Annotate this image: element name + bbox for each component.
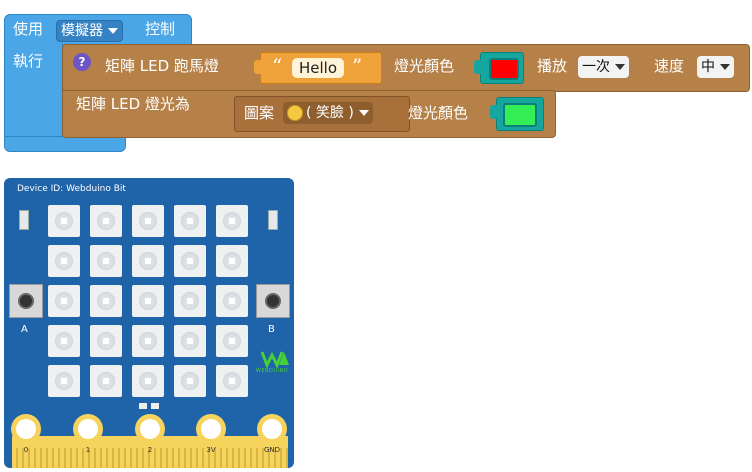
- pin-2-label: 2: [147, 446, 153, 454]
- matrix-color-connector: [490, 105, 498, 119]
- led-cell[interactable]: [132, 205, 164, 237]
- led-matrix: [48, 205, 252, 409]
- led-cell[interactable]: [90, 245, 122, 277]
- control-use-label: 使用: [13, 20, 44, 38]
- led-cell[interactable]: [132, 245, 164, 277]
- led-cell[interactable]: [90, 365, 122, 397]
- indicator-led-left: [19, 210, 29, 230]
- speed-label: 速度: [654, 57, 685, 75]
- quote-close-icon: ”: [352, 54, 363, 78]
- button-a-label: A: [21, 324, 28, 335]
- chevron-down-icon: [108, 28, 118, 34]
- led-cell[interactable]: [90, 325, 122, 357]
- led-cell[interactable]: [48, 205, 80, 237]
- pin-1-hole: [78, 419, 98, 439]
- text-input[interactable]: Hello: [292, 58, 344, 78]
- play-dropdown[interactable]: 一次: [578, 56, 629, 78]
- led-cell[interactable]: [132, 325, 164, 357]
- indicator-led-right: [268, 210, 278, 230]
- led-cell[interactable]: [48, 365, 80, 397]
- pattern-dropdown[interactable]: ( 笑臉 ): [283, 102, 373, 124]
- help-icon[interactable]: ?: [73, 53, 91, 71]
- led-cell[interactable]: [174, 325, 206, 357]
- play-dropdown-value: 一次: [582, 59, 610, 75]
- smiley-icon: [287, 105, 303, 121]
- button-b-knob: [265, 293, 281, 309]
- marquee-color-swatch[interactable]: [489, 58, 519, 80]
- mode-dropdown-value: 模擬器: [61, 23, 103, 39]
- marquee-color-label: 燈光顏色: [394, 57, 455, 75]
- chevron-down-icon: [615, 64, 625, 70]
- pin-0-label: 0: [23, 446, 29, 454]
- control-label: 控制: [145, 20, 176, 38]
- marquee-color-connector: [474, 60, 482, 74]
- led-cell[interactable]: [216, 365, 248, 397]
- pin-1-label: 1: [85, 446, 91, 454]
- marquee-label: 矩陣 LED 跑馬燈: [105, 57, 219, 75]
- led-cell[interactable]: [90, 205, 122, 237]
- matrix-light-label: 矩陣 LED 燈光為: [76, 95, 190, 113]
- led-cell[interactable]: [48, 285, 80, 317]
- pin-3v-hole: [201, 419, 221, 439]
- mode-dropdown[interactable]: 模擬器: [56, 20, 123, 42]
- button-a-knob: [18, 293, 34, 309]
- pin-0-hole: [16, 419, 36, 439]
- brand-text: WEBDUINO: [256, 368, 289, 374]
- device-id: Device ID: Webduino Bit: [17, 184, 126, 194]
- led-cell[interactable]: [90, 285, 122, 317]
- device-id-label: Device ID:: [17, 184, 64, 194]
- led-cell[interactable]: [216, 325, 248, 357]
- speed-dropdown-value: 中: [701, 59, 715, 75]
- led-cell[interactable]: [48, 325, 80, 357]
- execute-label: 執行: [13, 52, 44, 70]
- connector-left: [139, 403, 147, 409]
- led-cell[interactable]: [132, 365, 164, 397]
- play-label: 播放: [537, 57, 568, 75]
- led-cell[interactable]: [216, 285, 248, 317]
- button-b[interactable]: [256, 284, 290, 318]
- chevron-down-icon: [358, 110, 369, 116]
- control-block-foot: [4, 136, 126, 152]
- matrix-color-swatch[interactable]: [503, 103, 537, 127]
- quote-open-icon: “: [272, 54, 283, 78]
- led-cell[interactable]: [174, 245, 206, 277]
- led-cell[interactable]: [174, 365, 206, 397]
- pattern-dropdown-value: ( 笑臉 ): [306, 105, 354, 121]
- led-cell[interactable]: [174, 205, 206, 237]
- led-cell[interactable]: [48, 245, 80, 277]
- speed-dropdown[interactable]: 中: [697, 56, 734, 78]
- led-cell[interactable]: [216, 245, 248, 277]
- led-cell[interactable]: [174, 285, 206, 317]
- matrix-color-label: 燈光顏色: [408, 104, 469, 122]
- pin-3v-label: 3V: [206, 446, 216, 454]
- pin-gnd-label: GND: [263, 446, 281, 454]
- pin-gnd-hole: [262, 419, 282, 439]
- chevron-down-icon: [720, 64, 730, 70]
- led-cell[interactable]: [132, 285, 164, 317]
- led-cell[interactable]: [216, 205, 248, 237]
- button-b-label: B: [268, 324, 275, 335]
- connector-right: [151, 403, 159, 409]
- pin-2-hole: [140, 419, 160, 439]
- button-a[interactable]: [9, 284, 43, 318]
- device-id-value: Webduino Bit: [66, 184, 126, 194]
- text-block-connector: [254, 60, 262, 74]
- pattern-label: 圖案: [244, 104, 275, 122]
